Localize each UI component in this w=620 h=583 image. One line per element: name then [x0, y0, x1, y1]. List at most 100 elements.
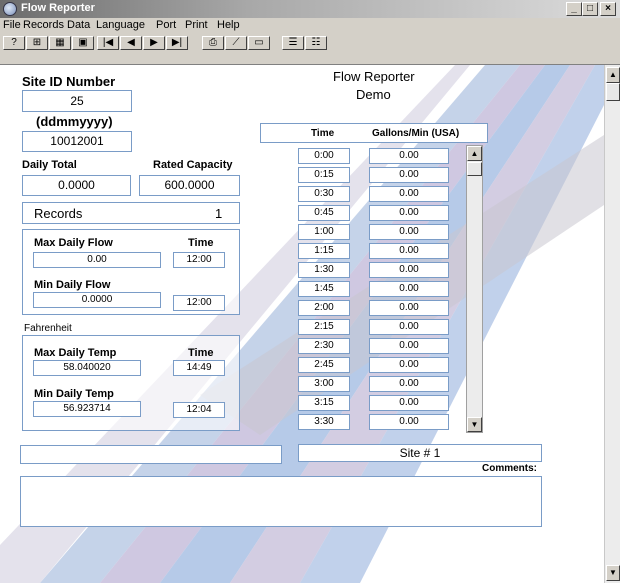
min-temp-label: Min Daily Temp	[34, 388, 114, 400]
table-scrollbar[interactable]: ▲ ▼	[466, 145, 483, 433]
menu-file[interactable]: File	[3, 19, 21, 31]
table-row-value[interactable]: 0.00	[369, 414, 449, 430]
printer-icon[interactable]: ⎙	[202, 36, 224, 50]
site-name-field[interactable]: Site # 1	[298, 444, 542, 462]
temperature-group: Max Daily Temp Time 58.040020 14:49 Min …	[22, 335, 240, 431]
main-scrollbar[interactable]: ▲ ▼	[604, 65, 620, 583]
graph-line-icon[interactable]: ⟋	[225, 36, 247, 50]
comments-field[interactable]	[20, 476, 542, 527]
table-row-time[interactable]: 0:30	[298, 186, 350, 202]
site-id-label: Site ID Number	[22, 74, 116, 89]
app-name-label: Flow Reporter	[333, 69, 415, 84]
records-label: Records	[34, 206, 83, 221]
max-flow-time-label: Time	[188, 237, 214, 249]
max-flow-label: Max Daily Flow	[34, 237, 113, 249]
window-title: Flow Reporter	[21, 2, 95, 14]
comments-label: Comments:	[482, 463, 538, 474]
menu-language[interactable]: Language	[96, 19, 145, 31]
site-id-field[interactable]: 25	[22, 90, 132, 112]
table-row-time[interactable]: 3:00	[298, 376, 350, 392]
table-row-value[interactable]: 0.00	[369, 281, 449, 297]
list-view-icon[interactable]: ☰	[282, 36, 304, 50]
menu-port[interactable]: Port	[156, 19, 176, 31]
grid-icon[interactable]: ⊞	[26, 36, 48, 50]
main-panel: Flow Reporter Demo Site ID Number 25 (dd…	[0, 65, 604, 583]
detail-view-icon[interactable]: ☷	[305, 36, 327, 50]
max-flow-field[interactable]: 0.00	[33, 252, 161, 268]
scroll-down-icon[interactable]: ▼	[606, 565, 620, 581]
help-icon[interactable]: ?	[3, 36, 25, 50]
toolbar: ? ⊞ ▦ ▣ |◀ ◀ ▶ ▶| ⎙ ⟋ ▭ ☰ ☷	[0, 33, 620, 65]
daily-total-field[interactable]: 0.0000	[22, 175, 131, 196]
table-row-time[interactable]: 0:45	[298, 205, 350, 221]
last-record-icon[interactable]: ▶|	[166, 36, 188, 50]
next-record-icon[interactable]: ▶	[143, 36, 165, 50]
col-time-header: Time	[311, 128, 335, 139]
records-count: 1	[215, 206, 223, 221]
table-row-time[interactable]: 1:30	[298, 262, 350, 278]
table-row-time[interactable]: 0:15	[298, 167, 350, 183]
table-row-value[interactable]: 0.00	[369, 243, 449, 259]
table-row-value[interactable]: 0.00	[369, 357, 449, 373]
table-row-value[interactable]: 0.00	[369, 376, 449, 392]
max-temp-time-label: Time	[188, 347, 214, 359]
bottom-left-field[interactable]	[20, 445, 282, 464]
folder-icon[interactable]: ▭	[248, 36, 270, 50]
chart-icon[interactable]: ▦	[49, 36, 71, 50]
rated-capacity-field[interactable]: 600.0000	[139, 175, 240, 196]
main-scroll-thumb[interactable]	[606, 83, 620, 101]
table-row-time[interactable]: 1:00	[298, 224, 350, 240]
table-row-value[interactable]: 0.00	[369, 300, 449, 316]
min-temp-field[interactable]: 56.923714	[33, 401, 141, 417]
table-row-time[interactable]: 2:30	[298, 338, 350, 354]
max-temp-field[interactable]: 58.040020	[33, 360, 141, 376]
max-temp-label: Max Daily Temp	[34, 347, 117, 359]
close-button[interactable]: ×	[600, 2, 616, 16]
max-temp-time-field[interactable]: 14:49	[173, 360, 225, 376]
table-row-value[interactable]: 0.00	[369, 395, 449, 411]
date-format-label: (ddmmyyyy)	[36, 114, 113, 129]
table-row-time[interactable]: 0:00	[298, 148, 350, 164]
daily-total-label: Daily Total	[22, 159, 77, 171]
table-row-value[interactable]: 0.00	[369, 262, 449, 278]
maximize-button[interactable]: □	[582, 2, 598, 16]
table-row-time[interactable]: 2:00	[298, 300, 350, 316]
menu-data[interactable]: Data	[67, 19, 90, 31]
table-row-time[interactable]: 2:45	[298, 357, 350, 373]
chevron-up-icon[interactable]: ▲	[467, 146, 482, 161]
min-flow-label: Min Daily Flow	[34, 279, 111, 291]
table-row-value[interactable]: 0.00	[369, 319, 449, 335]
mode-label: Demo	[356, 87, 391, 102]
max-flow-time-field[interactable]: 12:00	[173, 252, 225, 268]
table-row-value[interactable]: 0.00	[369, 186, 449, 202]
title-bar: Flow Reporter _ □ ×	[0, 0, 620, 18]
table-row-value[interactable]: 0.00	[369, 148, 449, 164]
scroll-thumb[interactable]	[467, 162, 482, 176]
rated-capacity-label: Rated Capacity	[153, 159, 233, 171]
min-flow-field[interactable]: 0.0000	[33, 292, 161, 308]
date-field[interactable]: 10012001	[22, 131, 132, 152]
col-gallons-header: Gallons/Min (USA)	[372, 128, 460, 139]
table-row-time[interactable]: 1:15	[298, 243, 350, 259]
app-icon	[3, 2, 17, 16]
minimize-button[interactable]: _	[566, 2, 582, 16]
chevron-down-icon[interactable]: ▼	[467, 417, 482, 432]
previous-record-icon[interactable]: ◀	[120, 36, 142, 50]
table-row-time[interactable]: 3:30	[298, 414, 350, 430]
scroll-up-icon[interactable]: ▲	[606, 67, 620, 83]
menu-print[interactable]: Print	[185, 19, 208, 31]
table-row-value[interactable]: 0.00	[369, 224, 449, 240]
table-row-time[interactable]: 2:15	[298, 319, 350, 335]
first-record-icon[interactable]: |◀	[97, 36, 119, 50]
records-box: Records 1	[22, 202, 240, 224]
table-row-time[interactable]: 3:15	[298, 395, 350, 411]
menu-help[interactable]: Help	[217, 19, 240, 31]
min-temp-time-field[interactable]: 12:04	[173, 402, 225, 418]
table-row-value[interactable]: 0.00	[369, 338, 449, 354]
menu-records[interactable]: Records	[23, 19, 64, 31]
table-row-time[interactable]: 1:45	[298, 281, 350, 297]
window-icon[interactable]: ▣	[72, 36, 94, 50]
table-row-value[interactable]: 0.00	[369, 167, 449, 183]
min-flow-time-field[interactable]: 12:00	[173, 295, 225, 311]
table-row-value[interactable]: 0.00	[369, 205, 449, 221]
